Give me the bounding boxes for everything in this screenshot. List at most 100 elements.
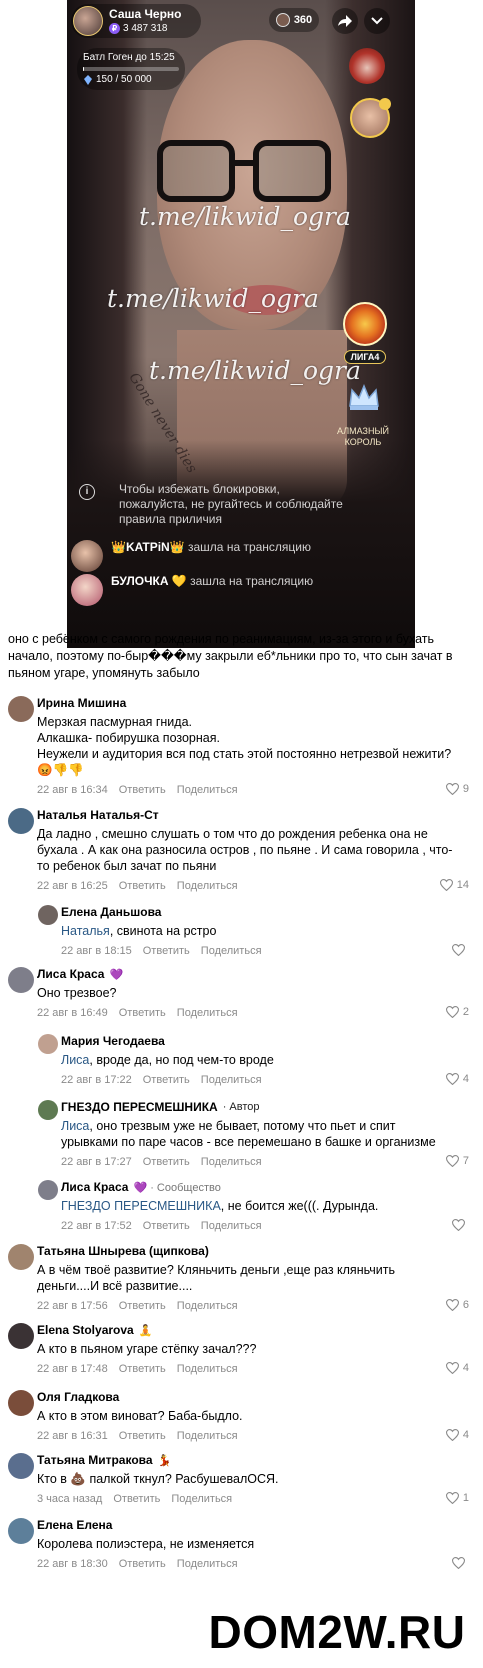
commenter-avatar[interactable] xyxy=(8,1244,34,1270)
comment-time[interactable]: 3 часа назад xyxy=(37,1493,102,1505)
like-button[interactable]: 7 xyxy=(445,1155,469,1167)
commenter-avatar[interactable] xyxy=(8,967,34,993)
commenter-avatar[interactable] xyxy=(38,1100,58,1120)
reply-button[interactable]: Ответить xyxy=(143,1220,190,1232)
commenter-name[interactable]: Ирина Мишина xyxy=(37,696,126,710)
reply-button[interactable]: Ответить xyxy=(119,784,166,796)
share-button[interactable]: Поделиться xyxy=(177,1300,238,1312)
comment-time[interactable]: 22 авг в 18:15 xyxy=(61,945,132,957)
share-button[interactable]: Поделиться xyxy=(201,1220,262,1232)
like-button[interactable] xyxy=(452,944,469,956)
commenter-avatar[interactable] xyxy=(38,905,58,925)
reply-button[interactable]: Ответить xyxy=(119,880,166,892)
share-button[interactable]: Поделиться xyxy=(177,1558,238,1570)
league-label: ЛИГА4 xyxy=(344,350,386,364)
join-avatar[interactable] xyxy=(71,574,103,606)
commenter-avatar[interactable] xyxy=(38,1034,58,1054)
guest-badge-icon xyxy=(379,98,391,110)
commenter-name[interactable]: Лиса Краса xyxy=(37,967,104,981)
reply-button[interactable]: Ответить xyxy=(119,1007,166,1019)
share-button[interactable]: Поделиться xyxy=(201,1074,262,1086)
reply-button[interactable]: Ответить xyxy=(143,1156,190,1168)
reply-button[interactable]: Ответить xyxy=(143,945,190,957)
comment-time[interactable]: 22 авг в 18:30 xyxy=(37,1558,108,1570)
heart-icon xyxy=(445,1429,459,1441)
reply-button[interactable]: Ответить xyxy=(119,1363,166,1375)
like-button[interactable]: 4 xyxy=(445,1073,469,1085)
like-button[interactable]: 1 xyxy=(445,1492,469,1504)
comment-time[interactable]: 22 авг в 17:52 xyxy=(61,1220,132,1232)
comment-time[interactable]: 22 авг в 16:25 xyxy=(37,880,108,892)
comment-header: Лиса Краса 💜 · Сообщество xyxy=(61,1180,453,1194)
like-button[interactable]: 6 xyxy=(445,1299,469,1311)
commenter-avatar[interactable] xyxy=(8,1323,34,1349)
comment-meta: 22 авг в 17:48 Ответить Поделиться xyxy=(37,1363,453,1375)
like-button[interactable] xyxy=(452,1219,469,1231)
commenter-name[interactable]: Татьяна Шнырева (щипкова) xyxy=(37,1244,209,1258)
share-button[interactable]: Поделиться xyxy=(177,1007,238,1019)
battle-panel[interactable]: Батл Гоген до 15:25 150 / 50 000 xyxy=(77,48,185,90)
reply-to-link[interactable]: Лиса xyxy=(61,1053,89,1067)
comment-time[interactable]: 22 авг в 17:48 xyxy=(37,1363,108,1375)
cake-gift-icon[interactable] xyxy=(349,48,385,84)
share-button[interactable]: Поделиться xyxy=(177,1430,238,1442)
diamond-crown-icon[interactable] xyxy=(347,382,381,412)
comment-time[interactable]: 22 авг в 17:27 xyxy=(61,1156,132,1168)
like-button[interactable]: 14 xyxy=(439,879,469,891)
reply-button[interactable]: Ответить xyxy=(119,1430,166,1442)
reply-button[interactable]: Ответить xyxy=(143,1074,190,1086)
commenter-avatar[interactable] xyxy=(38,1180,58,1200)
viewers-count[interactable]: 360 xyxy=(269,8,319,32)
comment-text: Мерзкая пасмурная гнида. Алкашка- побируш… xyxy=(37,714,453,778)
comment-meta: 22 авг в 17:52 Ответить Поделиться xyxy=(61,1220,453,1232)
comment-text: Наталья, свинота на рстро xyxy=(61,923,453,939)
reply-button[interactable]: Ответить xyxy=(119,1558,166,1570)
commenter-avatar[interactable] xyxy=(8,696,34,722)
host-header[interactable]: Саша Черно ₽ 3 487 318 xyxy=(71,4,201,38)
comment-text-body: Оно трезвое? xyxy=(37,986,117,1000)
comment-time[interactable]: 22 авг в 16:31 xyxy=(37,1430,108,1442)
like-button[interactable]: 4 xyxy=(445,1362,469,1374)
commenter-avatar[interactable] xyxy=(8,808,34,834)
share-button[interactable]: Поделиться xyxy=(201,1156,262,1168)
heart-icon xyxy=(445,1073,459,1085)
share-button[interactable]: Поделиться xyxy=(171,1493,232,1505)
share-button[interactable]: Поделиться xyxy=(177,1363,238,1375)
commenter-name[interactable]: Лиса Краса xyxy=(61,1180,128,1194)
commenter-avatar[interactable] xyxy=(8,1453,34,1479)
share-button[interactable]: Поделиться xyxy=(177,784,238,796)
gem-icon xyxy=(84,74,92,85)
commenter-name[interactable]: Оля Гладкова xyxy=(37,1390,119,1404)
comment-time[interactable]: 22 авг в 17:56 xyxy=(37,1300,108,1312)
collapse-button[interactable] xyxy=(364,8,390,34)
commenter-name[interactable]: Елена Даньшова xyxy=(61,905,161,919)
commenter-name[interactable]: ГНЕЗДО ПЕРЕСМЕШНИКА xyxy=(61,1100,218,1114)
league-wheel-icon[interactable] xyxy=(343,302,387,346)
like-button[interactable]: 4 xyxy=(445,1429,469,1441)
commenter-avatar[interactable] xyxy=(8,1518,34,1544)
commenter-name[interactable]: Татьяна Митракова xyxy=(37,1453,153,1467)
comment-time[interactable]: 22 авг в 16:34 xyxy=(37,784,108,796)
commenter-badge: · Автор xyxy=(222,1101,260,1113)
reply-to-link[interactable]: Лиса xyxy=(61,1119,89,1133)
share-button[interactable]: Поделиться xyxy=(177,880,238,892)
like-button[interactable]: 9 xyxy=(445,783,469,795)
reply-button[interactable]: Ответить xyxy=(119,1300,166,1312)
comment-body: Татьяна Шнырева (щипкова) А в чём твоё ра… xyxy=(37,1244,453,1312)
share-button[interactable]: Поделиться xyxy=(201,945,262,957)
comment-text: А кто в этом виноват? Баба-быдло. xyxy=(37,1408,453,1424)
commenter-name[interactable]: Elena Stolyarova xyxy=(37,1323,134,1337)
comment-time[interactable]: 22 авг в 16:49 xyxy=(37,1007,108,1019)
reply-button[interactable]: Ответить xyxy=(113,1493,160,1505)
commenter-avatar[interactable] xyxy=(8,1390,34,1416)
reply-to-link[interactable]: ГНЕЗДО ПЕРЕСМЕШНИКА xyxy=(61,1199,221,1213)
share-button[interactable] xyxy=(332,8,358,34)
like-button[interactable]: 2 xyxy=(445,1006,469,1018)
commenter-name[interactable]: Мария Чегодаева xyxy=(61,1034,165,1048)
commenter-name[interactable]: Наталья Наталья-Ст xyxy=(37,808,159,822)
comment-time[interactable]: 22 авг в 17:22 xyxy=(61,1074,132,1086)
reply-to-link[interactable]: Наталья xyxy=(61,924,110,938)
like-button[interactable] xyxy=(452,1557,469,1569)
join-avatar[interactable] xyxy=(71,540,103,572)
commenter-name[interactable]: Елена Елена xyxy=(37,1518,112,1532)
